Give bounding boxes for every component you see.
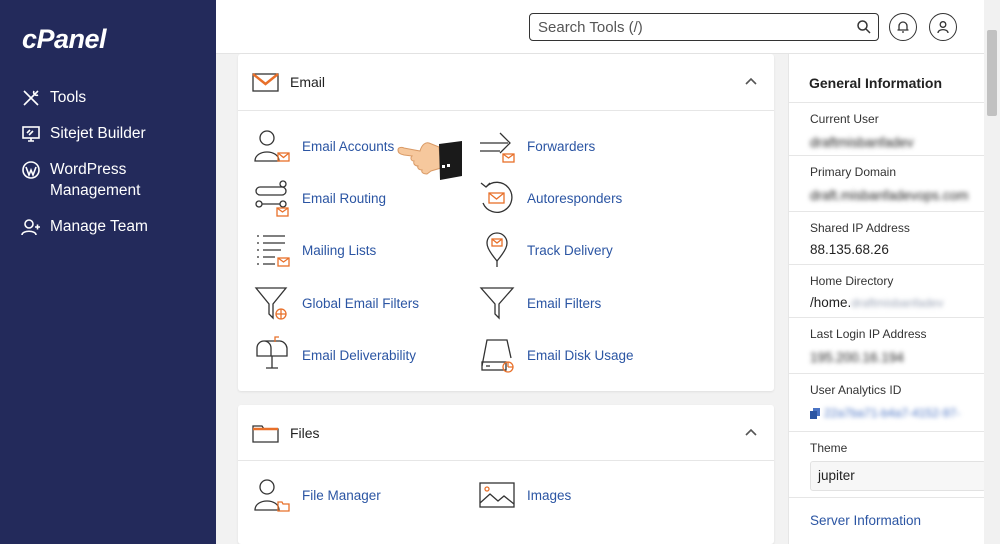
wordpress-icon xyxy=(20,159,42,181)
tool-images[interactable]: Images xyxy=(477,475,571,515)
top-bar xyxy=(216,0,1000,54)
monitor-icon xyxy=(20,123,42,145)
bell-icon xyxy=(897,21,909,33)
user-icon xyxy=(937,21,949,34)
sidebar-item-sitejet[interactable]: Sitejet Builder xyxy=(20,123,146,145)
chevron-up-icon[interactable] xyxy=(744,76,758,86)
tool-autoresponders[interactable]: Autoresponders xyxy=(477,178,622,218)
envelope-icon xyxy=(252,73,279,92)
info-shared-ip: Shared IP Address 88.135.68.26 xyxy=(789,211,985,264)
mailing-lists-icon xyxy=(252,230,292,270)
sidebar-item-wordpress[interactable]: WordPress Management xyxy=(20,159,200,201)
theme-select[interactable]: jupiter xyxy=(810,461,986,491)
info-home-directory: Home Directory /home.draftmisbanfadev xyxy=(789,264,985,317)
search-box[interactable] xyxy=(529,13,879,41)
general-information-panel: General Information Current User draftmi… xyxy=(788,54,986,544)
sidebar-item-label: Sitejet Builder xyxy=(50,125,146,142)
search-input[interactable] xyxy=(530,18,840,36)
section-title: Files xyxy=(290,424,320,441)
cpanel-logo[interactable]: cPanel xyxy=(22,24,107,55)
sidebar: cPanel Tools Sitejet Builder WordPress M… xyxy=(0,0,216,544)
tool-track-delivery[interactable]: Track Delivery xyxy=(477,230,613,270)
tools-icon xyxy=(20,87,42,109)
tool-email-accounts[interactable]: Email Accounts xyxy=(252,126,394,166)
info-theme: Theme jupiter xyxy=(789,431,986,497)
info-user-analytics: User Analytics ID 22a7ba71-b4a7-4152-97- xyxy=(789,373,985,431)
global-filter-icon xyxy=(252,283,292,323)
files-section: Files File Manager Images xyxy=(238,405,774,544)
copy-icon[interactable] xyxy=(810,407,820,419)
pointing-hand-icon xyxy=(397,141,462,180)
sidebar-item-label: WordPress Management xyxy=(50,161,141,199)
tool-file-manager[interactable]: File Manager xyxy=(252,475,381,515)
track-delivery-icon xyxy=(477,230,517,270)
info-current-user: Current User draftmisbanfadev xyxy=(789,102,985,155)
folder-icon xyxy=(252,424,279,443)
panel-title: General Information xyxy=(809,75,943,91)
info-last-login-ip: Last Login IP Address 195.200.16.194 xyxy=(789,317,985,373)
tool-email-filters[interactable]: Email Filters xyxy=(477,283,601,323)
scrollbar-thumb[interactable] xyxy=(987,30,997,116)
tool-email-deliverability[interactable]: Email Deliverability xyxy=(252,335,416,375)
tool-email-routing[interactable]: Email Routing xyxy=(252,178,386,218)
sidebar-item-tools[interactable]: Tools xyxy=(20,87,86,109)
autoresponders-icon xyxy=(477,178,517,218)
tool-email-disk-usage[interactable]: Email Disk Usage xyxy=(477,335,634,375)
sidebar-item-label: Manage Team xyxy=(50,218,148,235)
user-menu-button[interactable] xyxy=(929,13,957,41)
tool-global-email-filters[interactable]: Global Email Filters xyxy=(252,283,419,323)
info-primary-domain: Primary Domain draft.misbanfadevops.com xyxy=(789,155,985,211)
email-accounts-icon xyxy=(252,126,292,166)
file-manager-icon xyxy=(252,475,292,515)
server-information-link[interactable]: Server Information xyxy=(810,513,921,528)
section-title: Email xyxy=(290,74,326,90)
forwarders-icon xyxy=(477,126,517,166)
images-icon xyxy=(477,475,517,515)
mailbox-icon xyxy=(252,335,292,375)
disk-usage-icon xyxy=(477,335,517,375)
tool-mailing-lists[interactable]: Mailing Lists xyxy=(252,230,376,270)
tool-forwarders[interactable]: Forwarders xyxy=(477,126,595,166)
chevron-up-icon[interactable] xyxy=(744,427,758,437)
email-routing-icon xyxy=(252,178,292,218)
email-section-header[interactable]: Email xyxy=(238,54,774,111)
sidebar-item-label: Tools xyxy=(50,89,87,106)
filter-icon xyxy=(477,283,517,323)
search-icon[interactable] xyxy=(856,19,872,35)
scrollbar[interactable] xyxy=(984,0,1000,544)
sidebar-item-manage-team[interactable]: Manage Team xyxy=(20,216,148,238)
team-icon xyxy=(20,216,42,238)
files-section-header[interactable]: Files xyxy=(238,405,774,461)
email-section: Email Email Accounts Forwarders Email Ro… xyxy=(238,54,774,391)
notifications-button[interactable] xyxy=(889,13,917,41)
